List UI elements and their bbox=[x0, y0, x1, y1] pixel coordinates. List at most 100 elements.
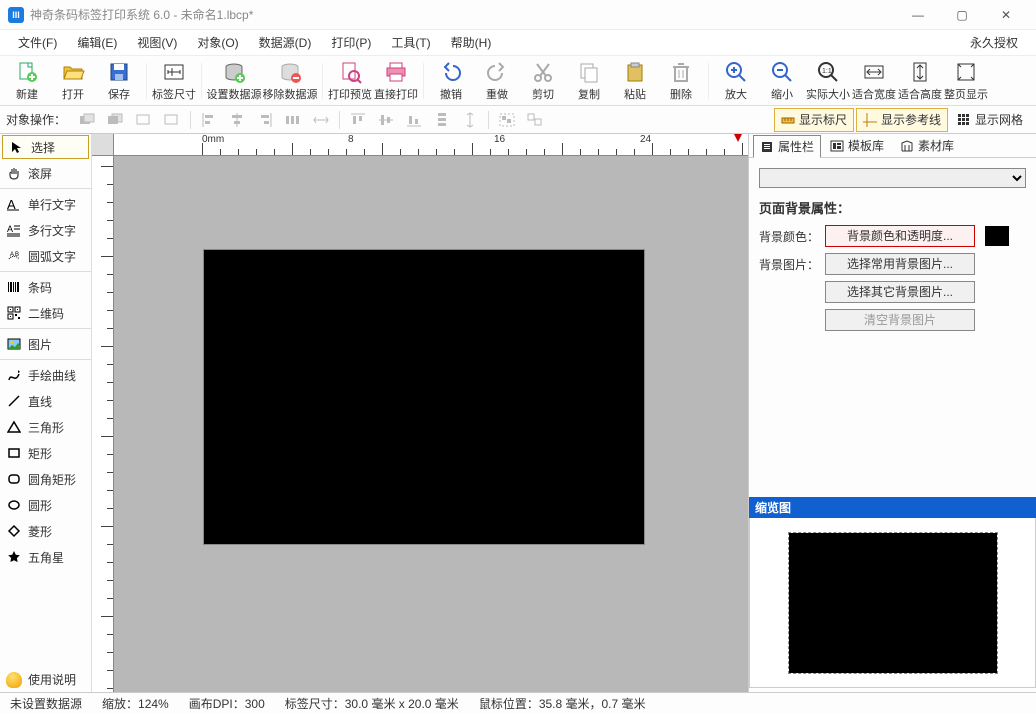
canvas[interactable] bbox=[114, 156, 748, 692]
cut-button[interactable]: 剪切 bbox=[520, 58, 566, 104]
print-button[interactable]: 直接打印 bbox=[373, 58, 419, 104]
tool-image[interactable]: 图片 bbox=[0, 331, 91, 357]
copy-button[interactable]: 复制 bbox=[566, 58, 612, 104]
fitw-button[interactable]: 适合宽度 bbox=[851, 58, 897, 104]
textarc-icon: AB bbox=[6, 248, 22, 264]
align-bottom-icon[interactable] bbox=[402, 109, 426, 131]
tool-text1[interactable]: A单行文字 bbox=[0, 191, 91, 217]
rrect-icon bbox=[6, 471, 22, 487]
align-vcenter-icon[interactable] bbox=[374, 109, 398, 131]
bg-image-other-button[interactable]: 选择其它背景图片... bbox=[825, 281, 975, 303]
menu-view[interactable]: 视图(V) bbox=[127, 34, 187, 51]
tool-qr-label: 二维码 bbox=[28, 305, 64, 322]
setds-button[interactable]: 设置数据源 bbox=[206, 58, 262, 104]
zoomin-icon bbox=[724, 60, 748, 84]
tool-pan-label: 滚屏 bbox=[28, 165, 52, 182]
object-selector[interactable] bbox=[759, 168, 1026, 188]
tool-star[interactable]: 五角星 bbox=[0, 544, 91, 570]
bg-image-common-button[interactable]: 选择常用背景图片... bbox=[825, 253, 975, 275]
save-button[interactable]: 保存 bbox=[96, 58, 142, 104]
tool-tri[interactable]: 三角形 bbox=[0, 414, 91, 440]
copy-icon bbox=[577, 60, 601, 84]
menu-help[interactable]: 帮助(H) bbox=[441, 34, 502, 51]
dist-v-icon[interactable] bbox=[430, 109, 454, 131]
tool-textarc[interactable]: AB圆弧文字 bbox=[0, 243, 91, 269]
help-link[interactable]: 使用说明 bbox=[0, 667, 91, 692]
tool-ellipse[interactable]: 圆形 bbox=[0, 492, 91, 518]
tab-properties[interactable]: 属性栏 bbox=[753, 135, 821, 158]
open-button[interactable]: 打开 bbox=[50, 58, 96, 104]
tool-diamond[interactable]: 菱形 bbox=[0, 518, 91, 544]
bg-image-clear-button[interactable]: 清空背景图片 bbox=[825, 309, 975, 331]
preview-button[interactable]: 打印预览 bbox=[327, 58, 373, 104]
labelsize-icon bbox=[162, 60, 186, 84]
ungroup-icon[interactable] bbox=[523, 109, 547, 131]
tool-image-label: 图片 bbox=[28, 336, 52, 353]
tab-templates[interactable]: 模板库 bbox=[823, 134, 891, 157]
show-ruler-toggle[interactable]: 显示标尺 bbox=[774, 108, 854, 132]
align-left-icon[interactable] bbox=[197, 109, 221, 131]
zoomout-button[interactable]: 缩小 bbox=[759, 58, 805, 104]
labelsize-button[interactable]: 标签尺寸 bbox=[151, 58, 197, 104]
menu-object[interactable]: 对象(O) bbox=[187, 34, 248, 51]
tool-pan[interactable]: 滚屏 bbox=[0, 160, 91, 186]
tool-line-label: 直线 bbox=[28, 393, 52, 410]
label-page[interactable] bbox=[204, 250, 644, 544]
align-top-icon[interactable] bbox=[346, 109, 370, 131]
rmds-button[interactable]: 移除数据源 bbox=[262, 58, 318, 104]
tool-freehand[interactable]: 手绘曲线 bbox=[0, 362, 91, 388]
group-icon[interactable] bbox=[495, 109, 519, 131]
dist-h-icon[interactable] bbox=[281, 109, 305, 131]
align-hcenter-icon[interactable] bbox=[225, 109, 249, 131]
close-button[interactable]: ✕ bbox=[984, 0, 1028, 30]
new-button[interactable]: 新建 bbox=[4, 58, 50, 104]
undo-button[interactable]: 撤销 bbox=[428, 58, 474, 104]
show-grid-toggle[interactable]: 显示网格 bbox=[950, 108, 1030, 132]
layer-front-icon[interactable] bbox=[76, 109, 100, 131]
tool-line[interactable]: 直线 bbox=[0, 388, 91, 414]
tool-qr[interactable]: 二维码 bbox=[0, 300, 91, 326]
fith-icon bbox=[908, 60, 932, 84]
same-width-icon[interactable] bbox=[309, 109, 333, 131]
tool-rect[interactable]: 矩形 bbox=[0, 440, 91, 466]
layer-down-icon[interactable] bbox=[160, 109, 184, 131]
vertical-ruler[interactable] bbox=[92, 156, 114, 692]
align-right-icon[interactable] bbox=[253, 109, 277, 131]
paste-button[interactable]: 粘贴 bbox=[612, 58, 658, 104]
actual-button[interactable]: 1:1实际大小 bbox=[805, 58, 851, 104]
bg-color-swatch[interactable] bbox=[985, 226, 1009, 246]
delete-button[interactable]: 删除 bbox=[658, 58, 704, 104]
minimize-button[interactable]: — bbox=[896, 0, 940, 30]
app-logo-icon: III bbox=[8, 7, 24, 23]
tool-select[interactable]: 选择 bbox=[2, 135, 89, 159]
textm-icon: A bbox=[6, 222, 22, 238]
menu-datasrc[interactable]: 数据源(D) bbox=[249, 34, 322, 51]
tool-freehand-label: 手绘曲线 bbox=[28, 367, 76, 384]
redo-button[interactable]: 重做 bbox=[474, 58, 520, 104]
layer-up-icon[interactable] bbox=[132, 109, 156, 131]
bg-color-button[interactable]: 背景颜色和透明度... bbox=[825, 225, 975, 247]
tab-assets[interactable]: 素材库 bbox=[893, 134, 961, 157]
menu-print[interactable]: 打印(P) bbox=[321, 34, 381, 51]
fitpage-button[interactable]: 整页显示 bbox=[943, 58, 989, 104]
tool-textm[interactable]: A多行文字 bbox=[0, 217, 91, 243]
show-guides-toggle[interactable]: 显示参考线 bbox=[856, 108, 948, 132]
tool-rrect[interactable]: 圆角矩形 bbox=[0, 466, 91, 492]
horizontal-ruler[interactable]: 0mm81624 bbox=[114, 134, 748, 156]
same-height-icon[interactable] bbox=[458, 109, 482, 131]
thumbnail[interactable] bbox=[789, 533, 997, 673]
menu-file[interactable]: 文件(F) bbox=[8, 34, 67, 51]
bg-color-label: 背景颜色： bbox=[759, 228, 819, 245]
fith-button[interactable]: 适合高度 bbox=[897, 58, 943, 104]
layer-back-icon[interactable] bbox=[104, 109, 128, 131]
tool-barcode[interactable]: 条码 bbox=[0, 274, 91, 300]
main-toolbar: 新建打开保存标签尺寸设置数据源移除数据源打印预览直接打印撤销重做剪切复制粘贴删除… bbox=[0, 56, 1036, 106]
menu-tools[interactable]: 工具(T) bbox=[381, 34, 440, 51]
zoomin-button[interactable]: 放大 bbox=[713, 58, 759, 104]
license-label: 永久授权 bbox=[970, 34, 1028, 51]
zoomout-icon bbox=[770, 60, 794, 84]
save-icon bbox=[107, 60, 131, 84]
menu-edit[interactable]: 编辑(E) bbox=[67, 34, 127, 51]
maximize-button[interactable]: ▢ bbox=[940, 0, 984, 30]
ellipse-icon bbox=[6, 497, 22, 513]
